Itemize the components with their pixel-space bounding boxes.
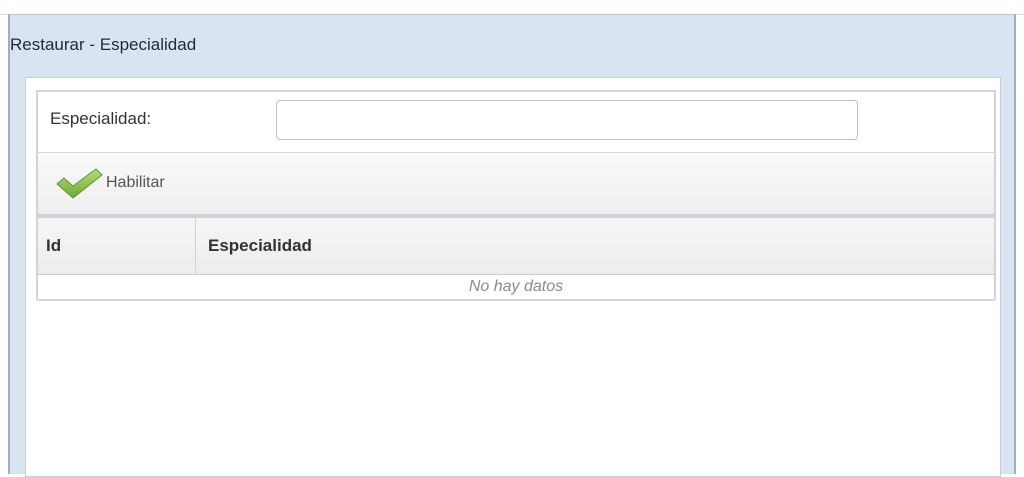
- habilitar-button[interactable]: Habilitar: [54, 163, 165, 203]
- especialidad-input[interactable]: [276, 100, 858, 140]
- results-grid: Id Especialidad No hay datos: [36, 214, 996, 301]
- grid-header: Id Especialidad: [38, 218, 994, 275]
- habilitar-label: Habilitar: [106, 174, 165, 191]
- especialidad-label: Especialidad:: [50, 109, 152, 128]
- column-header-especialidad[interactable]: Especialidad: [196, 218, 994, 274]
- toolbar: Habilitar: [36, 152, 996, 214]
- column-header-id[interactable]: Id: [38, 218, 196, 274]
- empty-message: No hay datos: [38, 275, 994, 301]
- checkmark-icon: [54, 166, 104, 200]
- window-content: Especialidad: Habilitar Id Especialidad …: [25, 77, 1001, 477]
- top-strip: [0, 0, 1024, 15]
- restore-window: Restaurar - Especialidad Especialidad: H…: [8, 14, 1016, 477]
- search-form: Especialidad:: [36, 90, 996, 152]
- window-title: Restaurar - Especialidad: [10, 35, 197, 54]
